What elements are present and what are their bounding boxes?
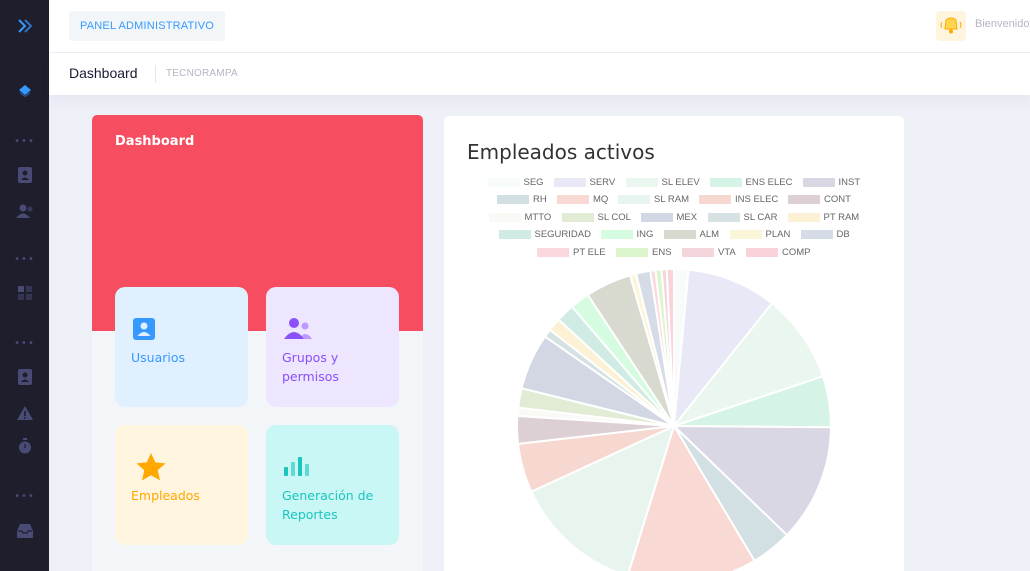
page-title: Dashboard bbox=[69, 65, 138, 81]
warning-icon[interactable] bbox=[0, 404, 49, 422]
tile-label: Generación de Reportes bbox=[282, 488, 374, 522]
tile-generacion-reportes[interactable]: Generación de Reportes bbox=[266, 425, 399, 545]
users-icon[interactable] bbox=[0, 202, 49, 220]
dashboard-card: Dashboard Usuarios Grupos y permisos Emp… bbox=[92, 115, 423, 571]
section-dots-icon: ••• bbox=[14, 253, 35, 265]
subheader: Dashboard TECNORAMPA bbox=[49, 53, 1030, 95]
tile-usuarios[interactable]: Usuarios bbox=[115, 287, 248, 407]
top-header: PANEL ADMINISTRATIVO Bienvenido bbox=[49, 0, 1030, 53]
group-icon bbox=[282, 315, 314, 345]
welcome-text: Bienvenido bbox=[975, 18, 1030, 30]
star-icon bbox=[135, 452, 167, 486]
user-card-icon bbox=[131, 316, 157, 346]
grid-icon[interactable] bbox=[0, 284, 49, 302]
divider bbox=[155, 65, 156, 83]
bar-chart-icon bbox=[283, 454, 311, 482]
tile-grupos-permisos[interactable]: Grupos y permisos bbox=[266, 287, 399, 407]
tile-label: Usuarios bbox=[131, 350, 186, 365]
admin-panel-button[interactable]: PANEL ADMINISTRATIVO bbox=[69, 11, 225, 41]
bell-icon bbox=[940, 17, 962, 34]
contact-card-icon[interactable] bbox=[0, 368, 49, 386]
chart-card: Empleados activos SEG SERV SL ELEV ENS ELEC… bbox=[444, 116, 904, 571]
sidebar: ••• ••• ••• ••• bbox=[0, 0, 49, 571]
tile-label: Grupos y permisos bbox=[282, 350, 339, 384]
notifications-button[interactable] bbox=[936, 11, 966, 41]
stopwatch-icon[interactable] bbox=[0, 437, 49, 455]
section-dots-icon: ••• bbox=[14, 135, 35, 147]
tile-label: Empleados bbox=[131, 488, 200, 503]
tile-empleados[interactable]: Empleados bbox=[115, 425, 248, 545]
chevrons-right-icon[interactable] bbox=[0, 16, 49, 36]
layers-icon[interactable] bbox=[0, 82, 49, 100]
dashboard-title: Dashboard bbox=[115, 134, 195, 149]
breadcrumb: TECNORAMPA bbox=[166, 68, 238, 79]
inbox-icon[interactable] bbox=[0, 522, 49, 540]
section-dots-icon: ••• bbox=[14, 490, 35, 502]
section-dots-icon: ••• bbox=[14, 337, 35, 349]
pie-chart bbox=[516, 267, 833, 571]
contact-card-icon[interactable] bbox=[0, 166, 49, 184]
